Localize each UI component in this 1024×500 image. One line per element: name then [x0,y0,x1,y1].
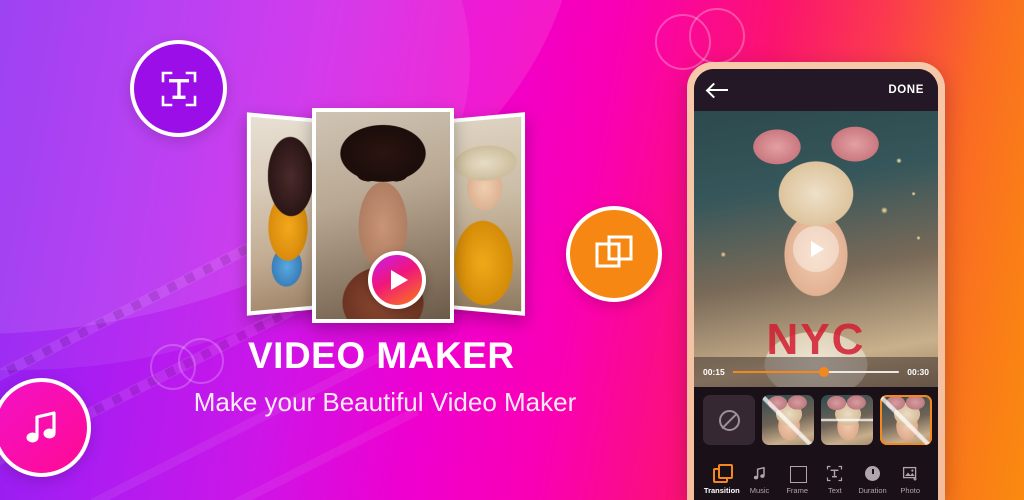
toolbar-item-frame[interactable]: Frame [778,465,816,495]
phone-mockup: DONE NYC 00:15 00:30 Transition Music Fr… [687,62,945,500]
app-bar: DONE [694,69,938,111]
editor-toolbar[interactable]: Transition Music Frame Text Duration Pho… [694,453,938,500]
toolbar-label: Duration [858,486,887,495]
toolbar-item-photo[interactable]: Photo [891,465,929,495]
page-subtitle: Make your Beautiful Video Maker [193,387,577,417]
total-time-label: 00:30 [907,367,929,377]
play-triangle-icon [390,270,408,290]
toolbar-label: Music [749,486,770,495]
toolbar-label: Text [827,486,842,495]
clock-icon [864,465,881,482]
photo-add-icon [902,465,919,482]
text-icon [826,465,843,482]
toolbar-item-transition[interactable]: Transition [703,464,741,495]
toolbar-label: Photo [900,486,920,495]
frame-icon [789,465,807,483]
collage-photo-right [444,112,526,316]
transition-thumbnail-strip[interactable] [694,387,938,453]
music-note-icon [751,465,768,482]
music-note-icon [26,410,56,442]
toolbar-label: Transition [703,486,740,495]
text-bracket-icon [161,71,196,106]
video-play-button[interactable] [793,226,839,272]
layers-icon [595,235,633,268]
toolbar-item-text[interactable]: Text [816,465,854,495]
timeline-scrubber[interactable]: 00:15 00:30 [694,357,938,387]
layers-icon [713,464,734,483]
hero-play-button[interactable] [368,251,426,309]
seek-track[interactable] [732,367,900,377]
transition-option-diagonal-slide[interactable] [880,395,932,445]
toolbar-item-duration[interactable]: Duration [854,465,892,495]
back-arrow-icon[interactable] [708,82,730,98]
phone-screen: DONE NYC 00:15 00:30 Transition Music Fr… [694,69,938,500]
done-button[interactable]: DONE [888,84,924,96]
transition-option-horizontal-split[interactable] [821,395,873,445]
no-transition-icon [718,409,740,431]
seek-progress [732,370,825,374]
transition-option-none[interactable] [703,395,755,445]
play-triangle-icon [811,241,824,257]
toolbar-label: Frame [786,486,809,495]
transition-option-diagonal-wipe[interactable] [762,395,814,445]
badge-transition-tool[interactable] [566,206,662,302]
video-preview[interactable]: NYC 00:15 00:30 [694,111,938,387]
badge-text-tool[interactable] [130,40,227,137]
photo-collage [240,103,532,333]
seek-handle[interactable] [819,367,830,377]
current-time-label: 00:15 [703,367,725,377]
toolbar-item-music[interactable]: Music [741,465,779,495]
page-title: VIDEO MAKER [248,335,515,376]
